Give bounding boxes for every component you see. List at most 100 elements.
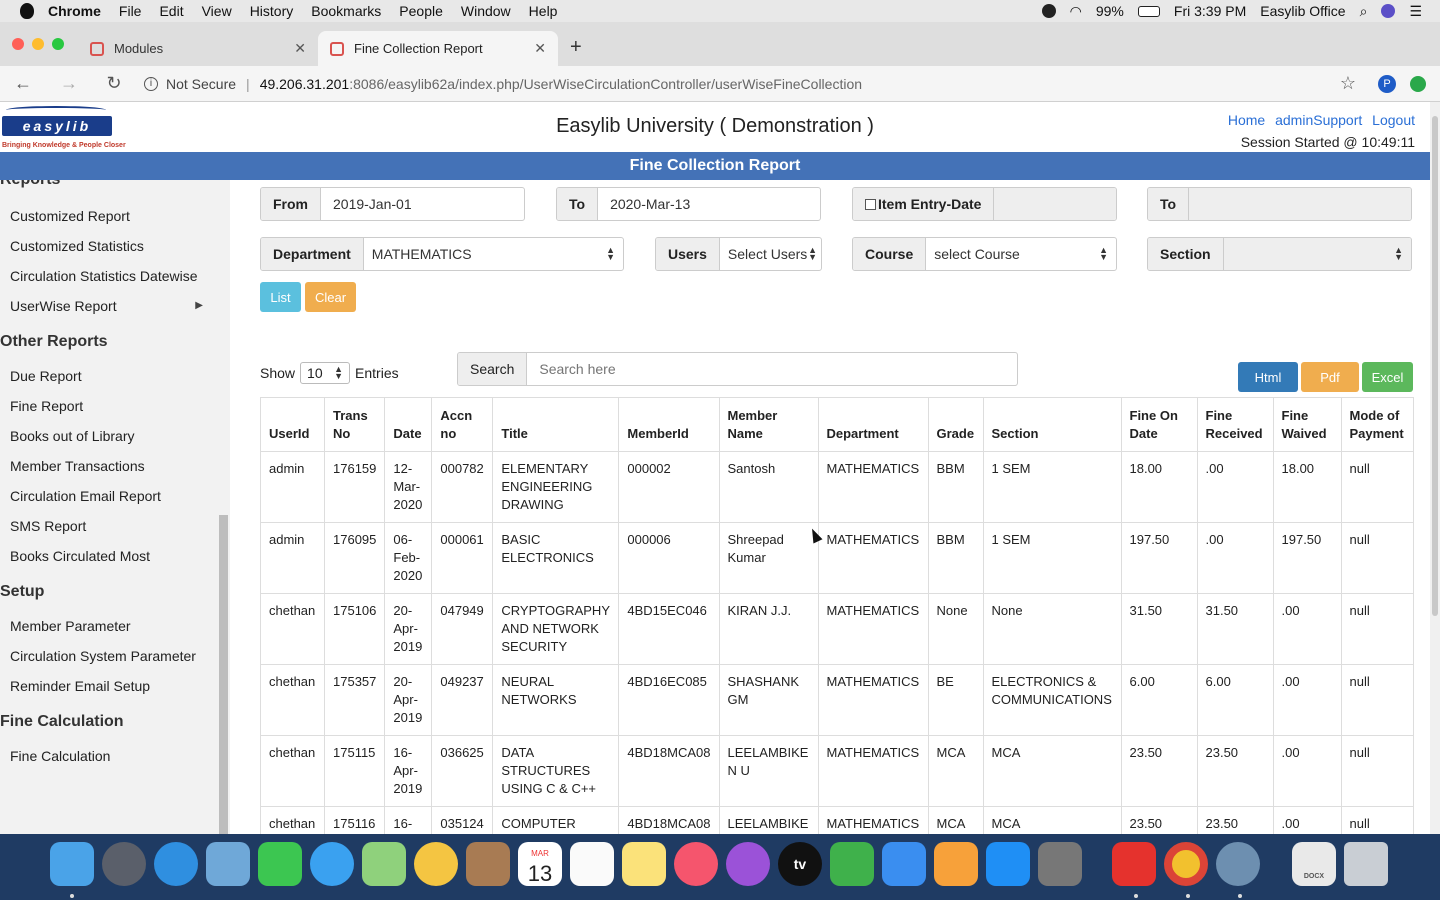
document-file-icon[interactable]: DOCX <box>1292 842 1336 886</box>
entry-date-checkbox[interactable] <box>865 198 876 210</box>
user-name[interactable]: Easylib Office <box>1260 3 1345 19</box>
page-scrollbar[interactable] <box>1430 102 1440 834</box>
list-button[interactable]: List <box>260 282 301 312</box>
siri-icon[interactable] <box>1381 4 1396 18</box>
tab-modules[interactable]: Modules ✕ <box>78 31 318 66</box>
col-header[interactable]: Accn no <box>431 397 494 452</box>
menu-bookmarks[interactable]: Bookmarks <box>311 3 381 19</box>
profile-avatar[interactable]: P <box>1378 74 1396 93</box>
section-select[interactable]: ▲ ▼ <box>1223 238 1411 270</box>
extension-icon[interactable] <box>1410 75 1426 92</box>
search-input[interactable] <box>527 361 1017 377</box>
launchpad-icon[interactable] <box>102 842 146 886</box>
course-select[interactable]: select Course ▲ ▼ <box>926 246 1116 263</box>
sidebar-item[interactable]: Circulation System Parameter <box>0 644 219 668</box>
menu-edit[interactable]: Edit <box>159 3 183 19</box>
apple-tv-icon[interactable]: tv <box>778 842 822 886</box>
podcasts-icon[interactable] <box>726 842 770 886</box>
sidebar-item[interactable]: Member Parameter <box>0 614 219 638</box>
menu-history[interactable]: History <box>250 3 294 19</box>
sidebar-item[interactable]: Circulation Statistics Datewise <box>0 264 219 288</box>
col-header[interactable]: Trans No <box>323 397 386 452</box>
sidebar-item[interactable]: SMS Report <box>0 514 219 538</box>
forward-arrow-icon[interactable]: → <box>60 73 78 94</box>
pdf-export-button[interactable]: Pdf <box>1301 362 1359 392</box>
table-row[interactable]: chethan 175357 20- Apr- 2019 049237 NEURAL NET… <box>260 664 1414 736</box>
col-header[interactable]: Grade <box>927 397 984 452</box>
col-header[interactable]: MemberId <box>618 397 720 452</box>
sidebar-item[interactable]: Reminder Email Setup <box>0 674 219 698</box>
safari-icon[interactable] <box>154 842 198 886</box>
department-select[interactable]: MATHEMATICS ▲ ▼ <box>364 246 623 263</box>
record-icon[interactable] <box>1041 4 1056 18</box>
col-header[interactable]: Section <box>982 397 1122 452</box>
keynote-icon[interactable] <box>882 842 926 886</box>
col-header[interactable]: UserId <box>260 397 325 452</box>
apple-icon[interactable] <box>20 3 34 19</box>
col-header[interactable]: Fine Received <box>1196 397 1274 452</box>
app-store-icon[interactable] <box>986 842 1030 886</box>
table-row[interactable]: admin 176095 06- Feb- 2020 000061 BASIC ELECTR… <box>260 522 1414 594</box>
info-icon[interactable]: i <box>144 76 158 91</box>
page-scrollbar-thumb[interactable] <box>1432 116 1438 616</box>
clock[interactable]: Fri 3:39 PM <box>1174 3 1246 19</box>
messages-icon[interactable] <box>310 842 354 886</box>
menu-file[interactable]: File <box>119 3 142 19</box>
sidebar-item[interactable]: Circulation Email Report <box>0 484 219 508</box>
col-header[interactable]: Title <box>492 397 620 452</box>
home-link[interactable]: Home <box>1228 112 1265 128</box>
sidebar-item[interactable]: Due Report <box>0 364 219 388</box>
reload-icon[interactable]: ↻ <box>106 73 122 94</box>
table-row[interactable]: chethan 175106 20- Apr- 2019 047949 CRYPTOGRAP… <box>260 593 1414 665</box>
music-icon[interactable] <box>674 842 718 886</box>
menu-window[interactable]: Window <box>461 3 511 19</box>
excel-export-button[interactable]: Excel <box>1362 362 1413 392</box>
mail-icon[interactable] <box>206 842 250 886</box>
finder-icon[interactable] <box>50 842 94 886</box>
battery-icon[interactable] <box>1137 5 1160 17</box>
clear-button[interactable]: Clear <box>305 282 356 312</box>
notes-icon[interactable] <box>622 842 666 886</box>
menu-view[interactable]: View <box>202 3 232 19</box>
bookmark-star-icon[interactable]: ☆ <box>1340 73 1356 94</box>
menu-app-name[interactable]: Chrome <box>48 3 101 19</box>
col-header[interactable]: Department <box>817 397 929 452</box>
quicktime-icon[interactable] <box>1216 842 1260 886</box>
col-header[interactable]: Member Name <box>718 397 819 452</box>
wifi-icon[interactable]: ◠ <box>1070 3 1082 20</box>
entries-select[interactable]: 10 ▲ ▼ <box>300 362 351 384</box>
table-row[interactable]: admin 176159 12- Mar- 2020 000782 ELEMENTARY E… <box>260 451 1414 523</box>
back-arrow-icon[interactable]: ← <box>14 73 32 94</box>
menu-help[interactable]: Help <box>529 3 558 19</box>
notification-center-icon[interactable]: ☰ <box>1409 3 1422 20</box>
sidebar-item[interactable]: Customized Report <box>0 204 219 228</box>
table-row[interactable]: chethan 175115 16- Apr- 2019 036625 DATA STRUC… <box>260 735 1414 807</box>
search-icon[interactable]: ⌕ <box>1360 3 1368 20</box>
trash-icon[interactable] <box>1344 842 1388 886</box>
calendar-icon[interactable]: MAR 13 <box>518 842 562 886</box>
sidebar-item[interactable]: Fine Report <box>0 394 219 418</box>
col-header[interactable]: Fine Waived <box>1272 397 1342 452</box>
html-export-button[interactable]: Html <box>1238 362 1298 392</box>
from-date-input[interactable]: 2019-Jan-01 <box>321 196 524 212</box>
sidebar-item[interactable]: Fine Calculation <box>0 744 219 768</box>
sidebar-item[interactable]: Books out of Library <box>0 424 219 448</box>
close-tab-icon[interactable]: ✕ <box>534 40 546 57</box>
close-tab-icon[interactable]: ✕ <box>294 40 306 57</box>
new-tab-plus-icon[interactable]: + <box>570 36 582 59</box>
users-select[interactable]: Select Users ▲ ▼ <box>720 246 821 263</box>
minimize-window-icon[interactable] <box>32 38 44 50</box>
tab-fine-collection-report[interactable]: Fine Collection Report ✕ <box>318 31 558 66</box>
reminders-icon[interactable] <box>570 842 614 886</box>
col-header[interactable]: Mode of Payment <box>1340 397 1414 452</box>
to-date-input[interactable]: 2020-Mar-13 <box>598 196 820 212</box>
contacts-icon[interactable] <box>466 842 510 886</box>
numbers-icon[interactable] <box>830 842 874 886</box>
anydesk-icon[interactable] <box>1112 842 1156 886</box>
col-header[interactable]: Date <box>384 397 433 452</box>
pages-icon[interactable] <box>934 842 978 886</box>
menu-people[interactable]: People <box>399 3 443 19</box>
sidebar-item[interactable]: Member Transactions <box>0 454 219 478</box>
logout-link[interactable]: Logout <box>1372 112 1415 128</box>
sidebar-item[interactable]: Books Circulated Most <box>0 544 219 568</box>
